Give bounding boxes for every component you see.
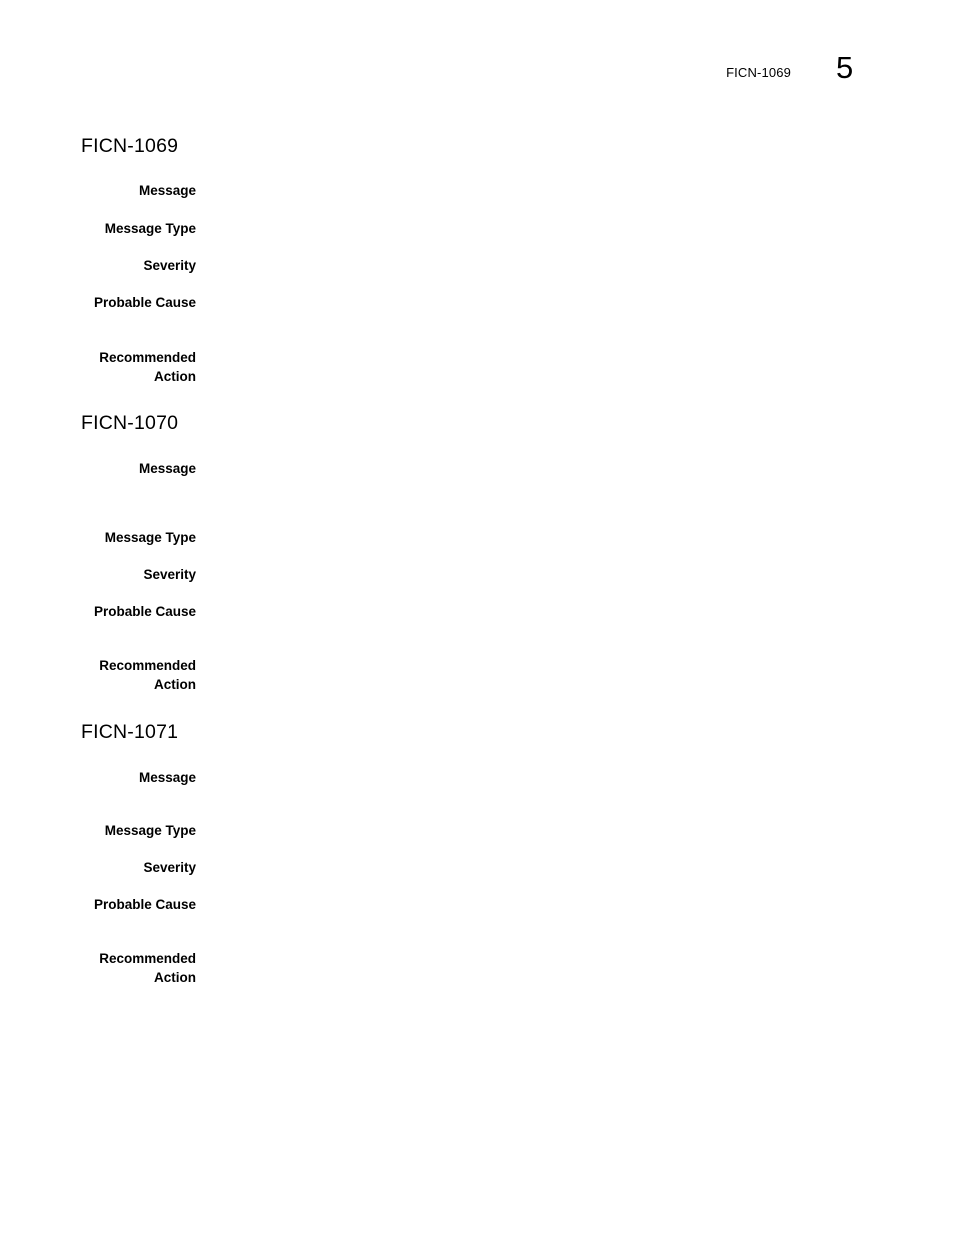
section-title: FICN-1071: [81, 721, 179, 743]
field-label-recommended-action: Recommended Action: [99, 951, 196, 985]
page-number: 5: [836, 50, 854, 85]
running-header-reference: FICN-1069: [726, 65, 791, 80]
page-header: FICN-1069 5: [0, 50, 954, 98]
field-label-probable-cause: Probable Cause: [93, 295, 196, 310]
field-label-message-type: Message Type: [104, 221, 196, 236]
field-label-message-type: Message Type: [104, 823, 196, 838]
document-page: FICN-1069 5 FICN-1069 Message Message Ty…: [0, 0, 954, 1235]
field-label-message: Message: [138, 183, 196, 198]
field-label-message: Message: [138, 770, 196, 785]
section-title: FICN-1069: [81, 135, 179, 157]
field-label-severity: Severity: [143, 567, 196, 582]
field-label-probable-cause: Probable Cause: [93, 604, 196, 619]
field-label-message: Message: [138, 461, 196, 476]
section-title: FICN-1070: [81, 412, 179, 434]
field-label-severity: Severity: [143, 860, 196, 875]
field-label-severity: Severity: [143, 258, 196, 273]
field-label-probable-cause: Probable Cause: [93, 897, 196, 912]
field-label-message-type: Message Type: [104, 530, 196, 545]
field-label-recommended-action: Recommended Action: [99, 350, 196, 384]
field-label-recommended-action: Recommended Action: [99, 658, 196, 692]
